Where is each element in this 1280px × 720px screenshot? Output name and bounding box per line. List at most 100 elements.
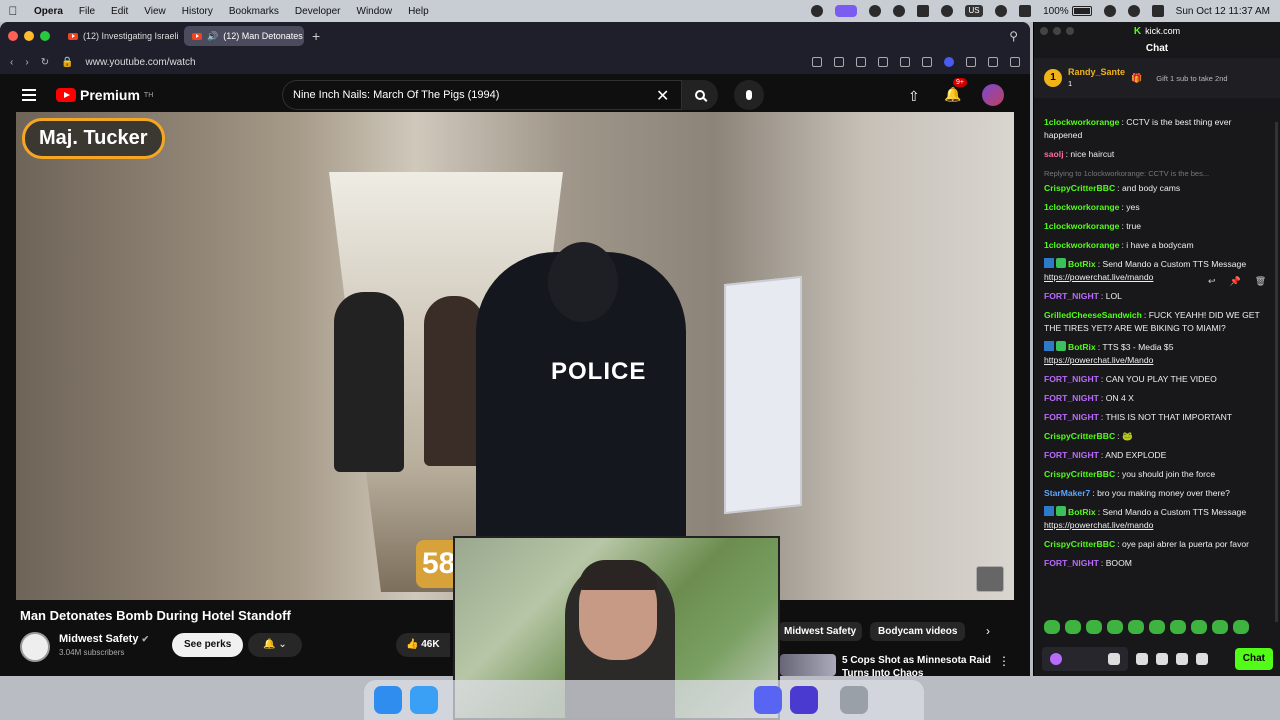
chat-send-button[interactable]: Chat xyxy=(1234,648,1273,670)
chat-username[interactable]: FORT_NIGHT xyxy=(1044,374,1099,384)
search-input[interactable]: Nine Inch Nails: March Of The Pigs (1994… xyxy=(282,80,682,110)
subscription-bell-button[interactable]: 🔔 ⌄ xyxy=(248,633,302,657)
chat-username[interactable]: StarMaker7 xyxy=(1044,488,1090,498)
moon-icon[interactable] xyxy=(941,5,954,17)
clock-icon[interactable] xyxy=(995,5,1008,17)
recommended-thumbnail[interactable] xyxy=(780,654,836,676)
chat-message[interactable]: 1clockworkorange: yes xyxy=(1044,201,1270,214)
chat-message[interactable]: BotRix: TTS $3 - Media $5 https://powerc… xyxy=(1044,341,1270,367)
chat-message[interactable]: FORT_NIGHT: LOL xyxy=(1044,290,1270,303)
shield-icon[interactable] xyxy=(856,57,866,67)
chat-message[interactable]: Replying to 1clockworkorange: CCTV is th… xyxy=(1044,167,1270,195)
share-icon[interactable] xyxy=(812,57,822,67)
profile-icon[interactable] xyxy=(988,57,998,67)
discord-icon[interactable] xyxy=(754,686,782,714)
delete-icon[interactable]: 🗑 xyxy=(1255,276,1266,287)
chat-message[interactable]: GrilledCheeseSandwich: FUCK YEAHH! DID W… xyxy=(1044,309,1270,335)
chat-username[interactable]: saolj xyxy=(1044,149,1064,159)
download-icon[interactable] xyxy=(922,57,932,67)
emote-icon[interactable] xyxy=(1086,620,1102,634)
close-window-button[interactable] xyxy=(1040,27,1048,35)
chat-username[interactable]: CrispyCritterBBC xyxy=(1044,431,1115,441)
chain-icon[interactable] xyxy=(1156,653,1168,665)
apple-menu-icon[interactable]:  xyxy=(0,4,26,18)
heart-icon[interactable] xyxy=(900,57,910,67)
headphones-icon[interactable] xyxy=(869,5,882,17)
chat-username[interactable]: GrilledCheeseSandwich xyxy=(1044,310,1142,320)
chat-username[interactable]: BotRix xyxy=(1068,259,1096,269)
emote-icon[interactable] xyxy=(1107,620,1123,634)
emote-icon[interactable] xyxy=(1128,620,1144,634)
youtube-logo[interactable]: Premium TH xyxy=(56,87,153,103)
menu-icon[interactable] xyxy=(966,57,976,67)
emote-icon[interactable] xyxy=(1191,620,1207,634)
chat-username[interactable]: FORT_NIGHT xyxy=(1044,412,1099,422)
play-icon[interactable] xyxy=(893,5,906,17)
tab-search-icon[interactable]: ⚲ xyxy=(1009,29,1018,43)
video-player[interactable]: POLICE Maj. Tucker 58 xyxy=(16,112,1014,600)
forward-icon[interactable]: › xyxy=(25,57,28,68)
close-window-button[interactable] xyxy=(8,31,18,41)
chat-message[interactable]: saolj: nice haircut xyxy=(1044,148,1270,161)
recommended-title[interactable]: 5 Cops Shot as Minnesota Raid Turns Into… xyxy=(842,654,992,676)
pinned-gifter[interactable]: 1 Randy_Sante 1 🎁 Gift 1 sub to take 2nd xyxy=(1034,58,1280,98)
chevron-right-icon[interactable]: › xyxy=(986,624,990,638)
app-menu[interactable]: Opera xyxy=(26,6,71,17)
settings-gear-icon[interactable] xyxy=(1196,653,1208,665)
control-center-icon[interactable] xyxy=(1151,5,1164,17)
chat-link[interactable]: https://powerchat.live/mando xyxy=(1044,520,1153,530)
account-avatar[interactable] xyxy=(982,84,1004,106)
menubar-clock[interactable]: Sun Oct 12 11:37 AM xyxy=(1176,6,1270,17)
chat-message[interactable]: CrispyCritterBBC: oye papi abrer la puer… xyxy=(1044,538,1270,551)
finder-icon[interactable] xyxy=(374,686,402,714)
chat-message[interactable]: CrispyCritterBBC: 🐸 xyxy=(1044,430,1270,443)
channel-name[interactable]: Midwest Safety ✔ xyxy=(59,633,149,645)
menu-edit[interactable]: Edit xyxy=(103,6,136,17)
channel-avatar[interactable] xyxy=(20,632,50,662)
notifications-bell-icon[interactable]: 🔔 xyxy=(944,86,961,103)
new-tab-button[interactable]: + xyxy=(312,28,320,44)
more-options-icon[interactable]: ⋮ xyxy=(998,654,1010,668)
chat-scrollbar[interactable] xyxy=(1275,122,1278,622)
camera-icon[interactable] xyxy=(834,57,844,67)
menu-developer[interactable]: Developer xyxy=(287,6,349,17)
chat-message[interactable]: BotRix: Send Mando a Custom TTS Message … xyxy=(1044,506,1270,532)
like-button[interactable]: 👍 46K xyxy=(396,633,450,657)
chat-message[interactable]: CrispyCritterBBC: you should join the fo… xyxy=(1044,468,1270,481)
tab-man-detonates[interactable]: 🔊 (12) Man Detonates xyxy=(184,26,304,46)
chat-username[interactable]: CrispyCritterBBC xyxy=(1044,183,1115,193)
chip-midwest-safety[interactable]: Midwest Safety xyxy=(778,622,863,641)
battery[interactable]: 100% xyxy=(1043,6,1092,17)
chat-message[interactable]: 1clockworkorange: i have a bodycam xyxy=(1044,239,1270,252)
menu-window[interactable]: Window xyxy=(349,6,401,17)
zoom-window-button[interactable] xyxy=(1066,27,1074,35)
search-icon[interactable] xyxy=(1103,5,1116,17)
chat-message[interactable]: FORT_NIGHT: CAN YOU PLAY THE VIDEO xyxy=(1044,373,1270,386)
voice-search-button[interactable] xyxy=(734,80,764,110)
emote-icon[interactable] xyxy=(1212,620,1228,634)
chat-message[interactable]: FORT_NIGHT: BOOM xyxy=(1044,557,1270,570)
url-field[interactable]: www.youtube.com/watch xyxy=(86,57,196,68)
see-perks-button[interactable]: See perks xyxy=(172,633,244,657)
channel-watermark-icon[interactable] xyxy=(976,566,1004,592)
chat-message[interactable]: StarMaker7: bro you making money over th… xyxy=(1044,487,1270,500)
mail-icon[interactable] xyxy=(790,686,818,714)
chat-username[interactable]: FORT_NIGHT xyxy=(1044,393,1099,403)
chat-username[interactable]: BotRix xyxy=(1068,342,1096,352)
chat-message[interactable]: 1clockworkorange: CCTV is the best thing… xyxy=(1044,116,1270,142)
search-button[interactable] xyxy=(682,80,718,110)
chat-username[interactable]: 1clockworkorange xyxy=(1044,240,1119,250)
chat-message[interactable]: 1clockworkorange: true xyxy=(1044,220,1270,233)
back-icon[interactable]: ‹ xyxy=(10,57,13,68)
minimize-window-button[interactable] xyxy=(1053,27,1061,35)
emote-icon[interactable] xyxy=(1233,620,1249,634)
chat-message[interactable]: FORT_NIGHT: ON 4 X xyxy=(1044,392,1270,405)
tab-investigating[interactable]: (12) Investigating Israeli xyxy=(60,26,180,46)
clear-search-icon[interactable]: ✕ xyxy=(656,86,669,106)
chat-username[interactable]: FORT_NIGHT xyxy=(1044,450,1099,460)
chat-link[interactable]: https://powerchat.live/Mando xyxy=(1044,355,1153,365)
gift-prompt[interactable]: Gift 1 sub to take 2nd xyxy=(1156,74,1227,83)
reply-icon[interactable]: ↩ xyxy=(1208,276,1216,287)
chip-bodycam-videos[interactable]: Bodycam videos xyxy=(870,622,966,641)
mic-icon[interactable] xyxy=(1050,653,1062,665)
